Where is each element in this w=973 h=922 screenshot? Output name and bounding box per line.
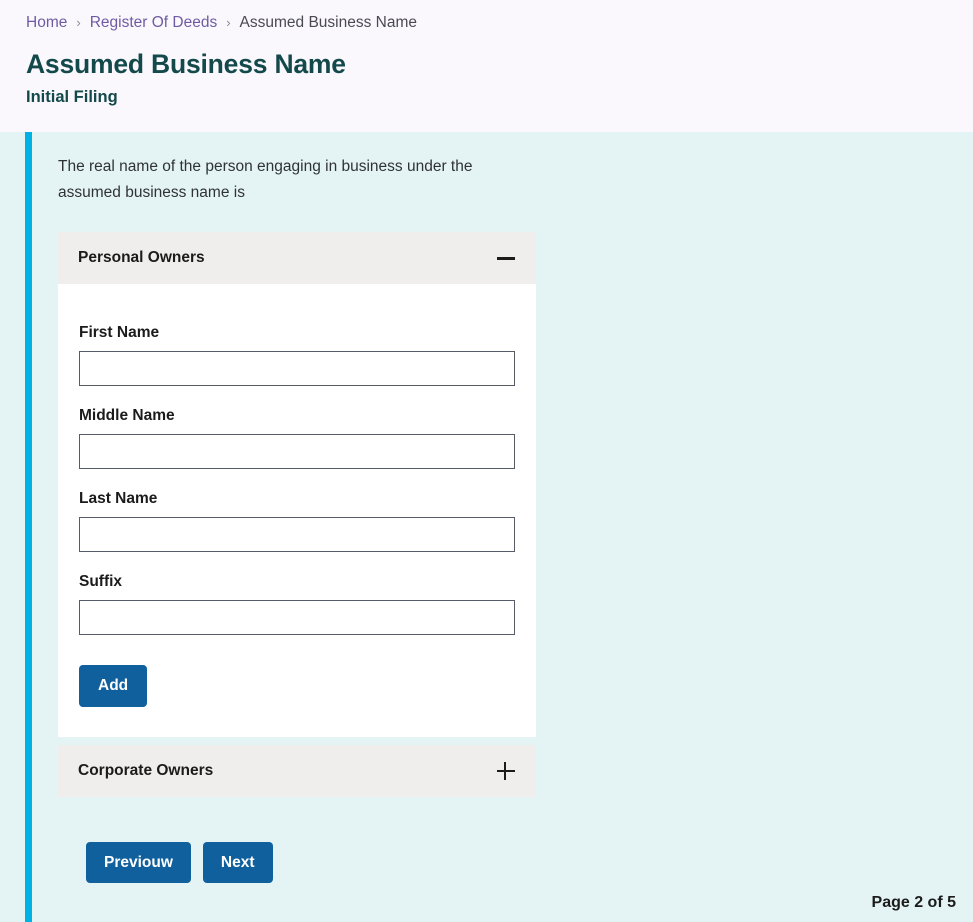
add-owner-button[interactable]: Add (79, 665, 148, 707)
input-suffix[interactable] (79, 600, 515, 636)
field-group-last-name: Last Name (79, 490, 515, 553)
accordion-title-corporate-owners: Corporate Owners (78, 761, 214, 779)
label-middle-name: Middle Name (79, 407, 175, 425)
next-button[interactable]: Next (202, 841, 273, 884)
accordion-body-personal-owners: First Name Middle Name Last Name Suffix … (58, 284, 536, 737)
bottom-navigation: Previouw Next (86, 841, 973, 884)
minus-icon[interactable] (496, 248, 516, 268)
label-suffix: Suffix (79, 573, 123, 591)
page-title: Assumed Business Name (26, 48, 346, 79)
plus-icon[interactable] (496, 761, 516, 781)
field-group-suffix: Suffix (79, 573, 515, 636)
page-header: Home › Register Of Deeds › Assumed Busin… (0, 0, 973, 132)
previous-button[interactable]: Previouw (86, 841, 191, 884)
accordion-title-personal-owners: Personal Owners (78, 249, 205, 267)
breadcrumb-item-register-of-deeds[interactable]: Register Of Deeds (90, 15, 218, 31)
field-group-middle-name: Middle Name (79, 407, 515, 470)
field-group-first-name: First Name (79, 324, 515, 387)
input-middle-name[interactable] (79, 434, 515, 470)
accordion-personal-owners: Personal Owners First Name Middle Name L… (58, 232, 536, 797)
intro-text: The real name of the person engaging in … (58, 158, 473, 202)
panel-inner: The real name of the person engaging in … (25, 132, 973, 884)
chevron-right-icon: › (76, 15, 81, 31)
label-first-name: First Name (79, 324, 160, 342)
page-indicator: Page 2 of 5 (871, 894, 956, 911)
label-last-name: Last Name (79, 490, 158, 508)
accent-bar (25, 132, 32, 922)
breadcrumb-item-home[interactable]: Home (26, 15, 67, 31)
content-panel: The real name of the person engaging in … (0, 132, 973, 922)
breadcrumb: Home › Register Of Deeds › Assumed Busin… (0, 0, 973, 31)
accordion-header-personal-owners[interactable]: Personal Owners (58, 232, 536, 285)
input-last-name[interactable] (79, 517, 515, 553)
breadcrumb-item-current: Assumed Business Name (239, 14, 418, 31)
page-subtitle: Initial Filing (26, 87, 118, 106)
chevron-right-icon: › (226, 15, 231, 31)
accordion-header-corporate-owners[interactable]: Corporate Owners (58, 744, 536, 797)
input-first-name[interactable] (79, 351, 515, 387)
